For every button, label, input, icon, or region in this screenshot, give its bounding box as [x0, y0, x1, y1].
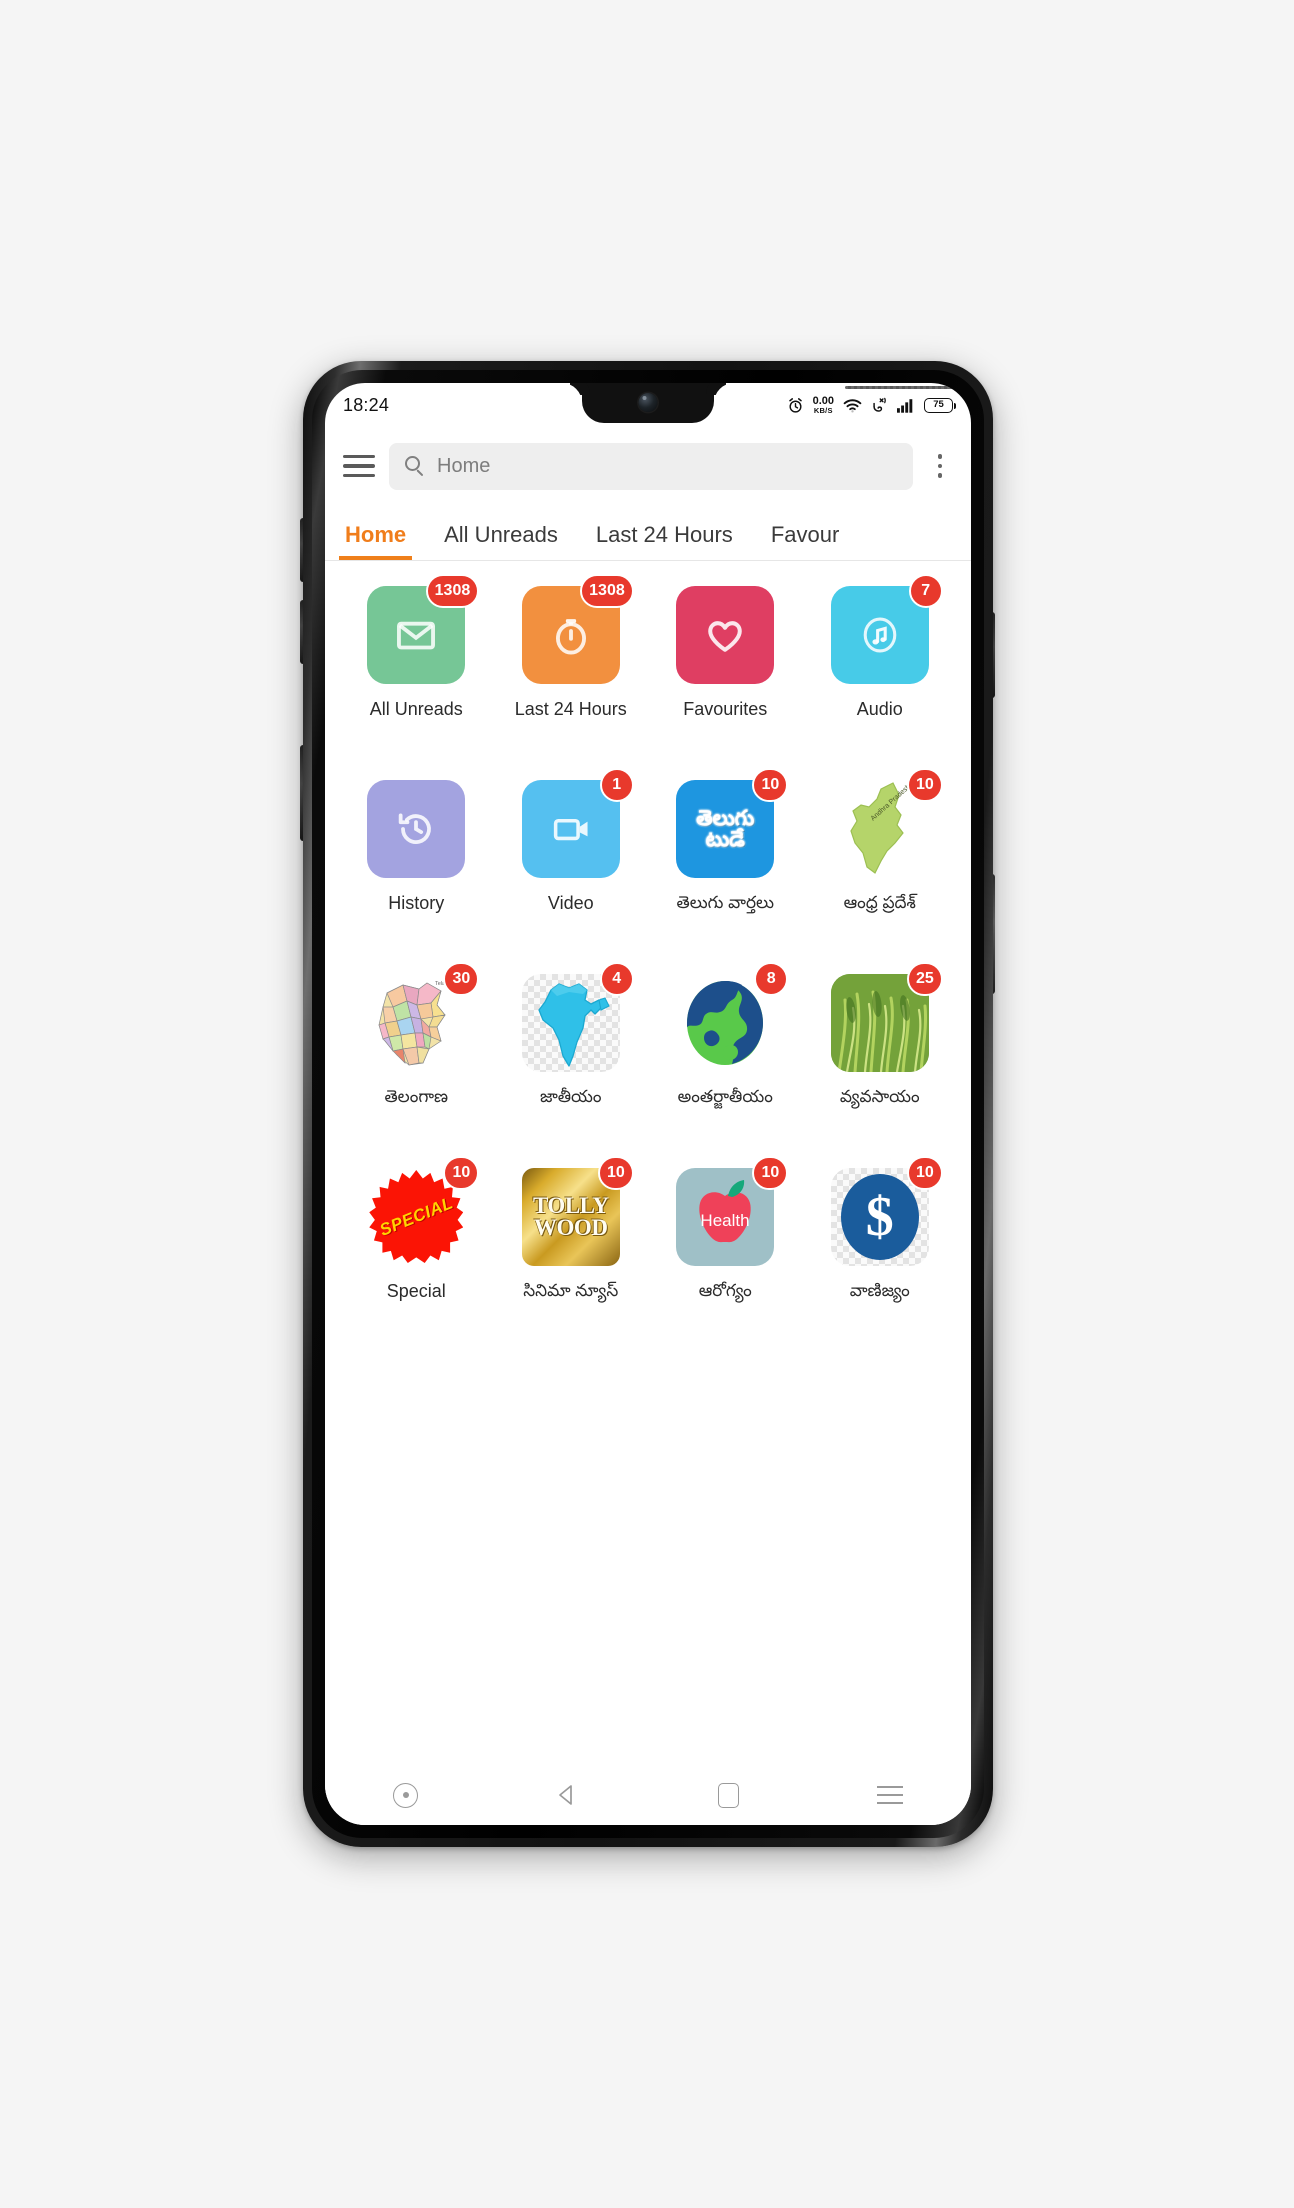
menu-lines-icon[interactable]: [867, 1772, 913, 1818]
search-input[interactable]: Home: [389, 442, 913, 490]
label-antarjaathiyam: అంతర్జాతీయం: [677, 1087, 773, 1106]
india-map-icon: [538, 983, 610, 1067]
grid-item-antarjaathiyam[interactable]: 8 అంతర్జాతీయం: [648, 962, 803, 1168]
tab-home[interactable]: Home: [338, 522, 413, 560]
special-star-text: SPECIAL: [376, 1193, 456, 1240]
video-camera-icon: [553, 818, 588, 841]
badge-andhra-pradesh: 10: [906, 768, 943, 802]
grid-item-history[interactable]: History: [339, 780, 494, 974]
badge-arogyam: 10: [752, 1156, 789, 1190]
screenshot-stage: 18:24 0.00 KB/S 75 Home Home All Unreads…: [0, 0, 1294, 2208]
status-bar: 18:24 0.00 KB/S 75: [325, 383, 971, 427]
grid-item-last-24-hours[interactable]: 1308 Last 24 Hours: [494, 574, 649, 780]
badge-vyavasayam: 25: [906, 962, 943, 996]
label-video: Video: [547, 893, 594, 913]
badge-telangana: 30: [443, 962, 480, 996]
signal-bars-icon: [897, 398, 915, 413]
tollywood-line2: WOOD: [534, 1215, 608, 1240]
tile-favourites[interactable]: [676, 586, 775, 684]
telugu-today-line2: టుడే: [705, 828, 745, 851]
badge-last-24-hours: 1308: [580, 574, 634, 608]
kebab-menu-icon[interactable]: [923, 444, 957, 488]
android-navigation-bar: [325, 1765, 971, 1825]
badge-jaathiyam: 4: [599, 962, 634, 996]
phone-screen: 18:24 0.00 KB/S 75 Home Home All Unreads…: [325, 383, 971, 1825]
tab-favourites[interactable]: Favour: [771, 522, 839, 560]
health-apple-icon: Health: [699, 1180, 751, 1243]
badge-special: 10: [443, 1156, 480, 1190]
grid-item-vanijyam[interactable]: $ 10 వాణిజ్యం: [803, 1156, 958, 1362]
history-clock-icon: [398, 813, 432, 844]
label-andhra-pradesh: ఆంధ్ర ప్రదేశ్: [843, 893, 916, 912]
grid-item-favourites[interactable]: Favourites: [648, 586, 803, 780]
app-toolbar: Home: [325, 427, 971, 505]
label-favourites: Favourites: [683, 699, 768, 719]
envelope-icon: [397, 621, 436, 650]
grid-item-telugu-varthalu[interactable]: తెలుగు టుడే 10 తెలుగు వార్తలు: [648, 768, 803, 974]
label-vyavasayam: వ్యవసాయం: [839, 1087, 920, 1106]
search-placeholder: Home: [437, 454, 491, 477]
grid-item-special[interactable]: SPECIAL 10 Special: [339, 1156, 494, 1362]
tab-all-unreads[interactable]: All Unreads: [444, 522, 558, 560]
tile-history[interactable]: [367, 780, 466, 878]
grid-item-jaathiyam[interactable]: 4 జాతీయం: [494, 962, 649, 1168]
tollywood-line1: TOLLY: [533, 1193, 609, 1219]
badge-antarjaathiyam: 8: [754, 962, 789, 996]
grid-item-audio[interactable]: 7 Audio: [803, 574, 958, 780]
recent-dot-icon[interactable]: [383, 1772, 429, 1818]
label-vanijyam: వాణిజ్యం: [849, 1281, 910, 1300]
badge-cinema-news: 10: [597, 1156, 634, 1190]
battery-level-text: 75: [933, 399, 944, 411]
label-history: History: [388, 893, 445, 913]
grid-item-vyavasayam[interactable]: 25 వ్యవసాయం: [803, 962, 958, 1168]
label-arogyam: ఆరోగ్యం: [698, 1281, 752, 1300]
grid-item-video[interactable]: 1 Video: [494, 768, 649, 974]
grid-item-telangana[interactable]: Telangana 30 తెలంగాణ: [339, 962, 494, 1168]
grid-item-cinema-news[interactable]: TOLLY WOOD 10 సినిమా న్యూస్: [494, 1156, 649, 1362]
heart-icon: [708, 621, 743, 652]
tab-last-24-hours[interactable]: Last 24 Hours: [596, 522, 733, 560]
label-audio: Audio: [856, 699, 903, 719]
label-cinema-news: సినిమా న్యూస్: [523, 1281, 619, 1300]
stopwatch-icon: [555, 619, 586, 655]
label-telangana: తెలంగాణ: [384, 1087, 449, 1106]
grid-item-all-unreads[interactable]: 1308 All Unreads: [339, 574, 494, 780]
wifi-icon: [843, 398, 862, 413]
back-triangle-icon[interactable]: [544, 1772, 590, 1818]
hamburger-menu-icon[interactable]: [339, 446, 379, 486]
label-all-unreads: All Unreads: [369, 699, 463, 719]
health-text: Health: [701, 1211, 750, 1230]
label-special: Special: [386, 1281, 446, 1301]
grid-item-arogyam[interactable]: Health 10 ఆరోగ్యం: [648, 1156, 803, 1362]
status-time: 18:24: [343, 394, 390, 415]
label-last-24-hours: Last 24 Hours: [514, 699, 627, 719]
status-icons: 0.00 KB/S 75: [787, 395, 956, 415]
tab-bar[interactable]: Home All Unreads Last 24 Hours Favour: [325, 505, 971, 561]
badge-video: 1: [599, 768, 634, 802]
label-jaathiyam: జాతీయం: [539, 1087, 602, 1106]
telugu-today-line1: తెలుగు: [696, 807, 755, 830]
badge-vanijyam: 10: [906, 1156, 943, 1190]
home-square-icon[interactable]: [706, 1772, 752, 1818]
category-grid: 1308 All Unreads 1308 Last 24 Hours Favo…: [325, 562, 971, 1765]
alarm-clock-icon: [787, 397, 804, 414]
network-speed-unit: KB/S: [813, 405, 833, 415]
network-speed-indicator: 0.00 KB/S: [813, 395, 834, 415]
dollar-sign-icon: $: [840, 1174, 919, 1260]
music-note-icon: [863, 617, 897, 653]
phone-device-frame: 18:24 0.00 KB/S 75 Home Home All Unreads…: [303, 361, 993, 1847]
search-icon: [405, 456, 425, 477]
grid-item-andhra-pradesh[interactable]: Andhra Pradesh 10 ఆంధ్ర ప్రదేశ్: [803, 768, 958, 974]
vibrate-call-icon: [871, 397, 888, 413]
battery-indicator: 75: [924, 397, 956, 413]
badge-all-unreads: 1308: [425, 574, 480, 608]
badge-telugu-varthalu: 10: [752, 768, 789, 802]
badge-audio: 7: [908, 574, 943, 608]
label-telugu-varthalu: తెలుగు వార్తలు: [676, 893, 774, 912]
